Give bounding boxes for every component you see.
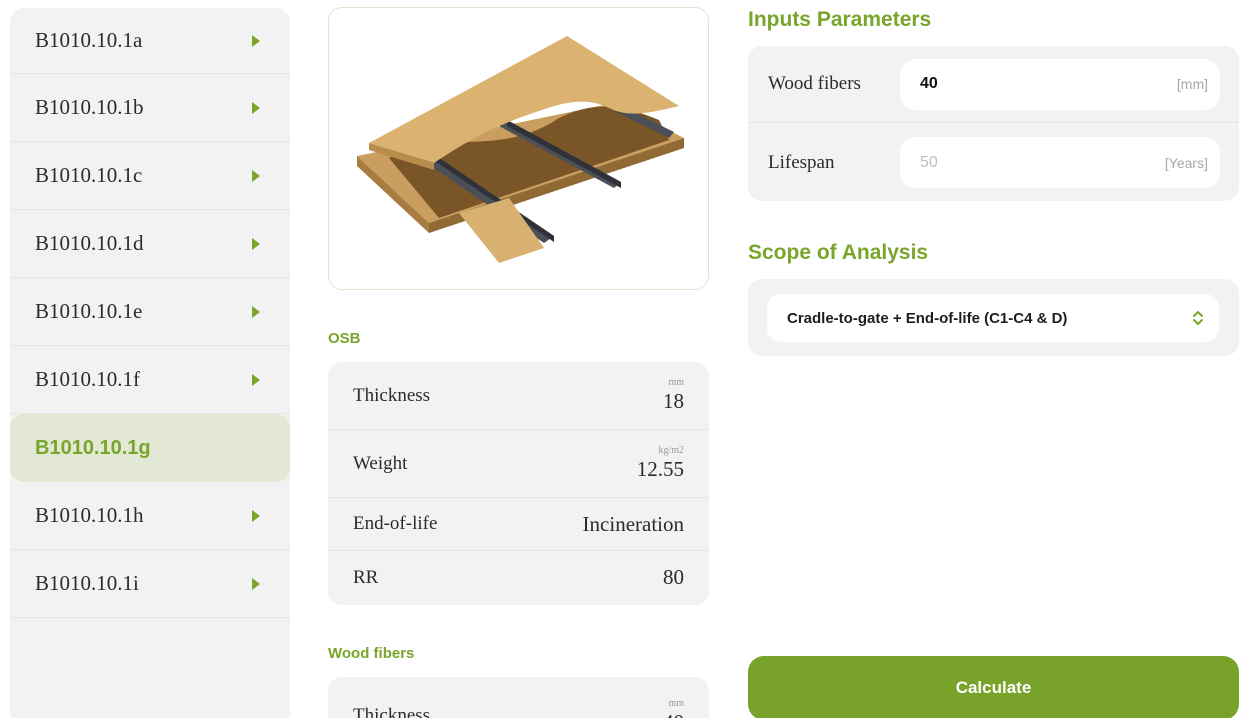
sidebar-item-b1010-10-1c[interactable]: B1010.10.1c [10,142,290,210]
property-label: RR [353,566,379,588]
wood-fibers-field[interactable]: 40 [mm] [900,58,1220,110]
scope-card: Cradle-to-gate + End-of-life (C1-C4 & D) [748,279,1239,356]
property-value-group: mm 40 [663,698,684,718]
assembly-image-card [328,7,709,290]
sidebar-item-b1010-10-1b[interactable]: B1010.10.1b [10,74,290,142]
lifespan-input-row: Lifespan 50 [Years] [748,124,1239,201]
play-arrow-icon [252,237,260,250]
property-value: 18 [663,389,684,413]
sidebar-item-b1010-10-1g[interactable]: B1010.10.1g [10,414,290,482]
play-arrow-icon [252,509,260,522]
osb-weight-row: Weight kg/m2 12.55 [328,430,709,498]
inputs-parameters-title: Inputs Parameters [748,8,932,31]
scope-select[interactable]: Cradle-to-gate + End-of-life (C1-C4 & D) [767,294,1219,342]
osb-thickness-row: Thickness mm 18 [328,362,709,430]
wood-fibers-section-title: Wood fibers [328,645,415,662]
chevron-up-down-icon [1193,311,1203,325]
lifespan-unit: [Years] [1164,154,1208,171]
scope-selected-value: Cradle-to-gate + End-of-life (C1-C4 & D) [787,309,1068,327]
inputs-card: Wood fibers 40 [mm] Lifespan 50 [Years] [748,46,1239,201]
wood-fibers-value: 40 [920,75,938,92]
sidebar-item-label: B1010.10.1h [35,503,144,527]
sidebar-item-b1010-10-1e[interactable]: B1010.10.1e [10,278,290,346]
wall-assembly-illustration [357,36,684,263]
sidebar-item-b1010-10-1h[interactable]: B1010.10.1h [10,482,290,550]
play-arrow-icon [252,373,260,386]
property-unit: mm [668,697,684,709]
sidebar-item-label: B1010.10.1c [35,163,143,187]
wood-fibers-thickness-row: Thickness mm 40 [328,677,709,718]
play-arrow-icon [252,305,260,318]
wood-fibers-properties-card: Thickness mm 40 [328,677,709,718]
sidebar-item-b1010-10-1i[interactable]: B1010.10.1i [10,550,290,618]
property-value: 12.55 [636,457,684,481]
assembly-sidebar: B1010.10.1a B1010.10.1b B1010.10.1c B101… [10,8,290,718]
sidebar-item-label: B1010.10.1a [35,28,143,52]
sidebar-item-b1010-10-1a[interactable]: B1010.10.1a [10,8,290,74]
play-arrow-icon [252,169,260,182]
property-value: 80 [663,565,684,589]
calculate-button[interactable]: Calculate [748,656,1239,718]
sidebar-item-label: B1010.10.1d [35,231,144,255]
wood-fibers-label: Wood fibers [768,73,861,94]
osb-end-of-life-row: End-of-life Incineration [328,498,709,551]
sidebar-item-label: B1010.10.1g [35,436,151,459]
lifespan-label: Lifespan [768,151,835,173]
property-value: Incineration [582,511,684,536]
osb-properties-card: Thickness mm 18 Weight kg/m2 12.55 End-o… [328,362,709,605]
property-value-group: mm 18 [663,377,684,414]
sidebar-item-label: B1010.10.1f [35,367,140,391]
sidebar-item-label: B1010.10.1b [35,95,144,119]
play-arrow-icon [252,101,260,114]
osb-section-title: OSB [328,330,361,347]
property-label: End-of-life [353,513,438,534]
play-arrow-icon [252,34,260,47]
wood-fibers-input-row: Wood fibers 40 [mm] [748,46,1239,123]
property-label: Weight [353,452,408,474]
sidebar-item-b1010-10-1d[interactable]: B1010.10.1d [10,210,290,278]
sidebar-item-b1010-10-1f[interactable]: B1010.10.1f [10,346,290,414]
property-label: Thickness [353,705,431,718]
property-unit: kg/m2 [658,445,684,456]
play-arrow-icon [252,577,260,590]
wood-fibers-unit: [mm] [1176,76,1208,92]
scope-of-analysis-title: Scope of Analysis [748,241,929,264]
property-unit: mm [668,377,684,388]
osb-rr-row: RR 80 [328,551,709,604]
lifespan-field[interactable]: 50 [Years] [900,137,1220,188]
property-value: 40 [663,710,684,718]
property-value-group: kg/m2 12.55 [637,445,684,482]
sidebar-item-label: B1010.10.1i [35,571,139,595]
property-label: Thickness [353,384,431,406]
lifespan-placeholder: 50 [920,153,938,171]
sidebar-item-label: B1010.10.1e [35,299,143,323]
